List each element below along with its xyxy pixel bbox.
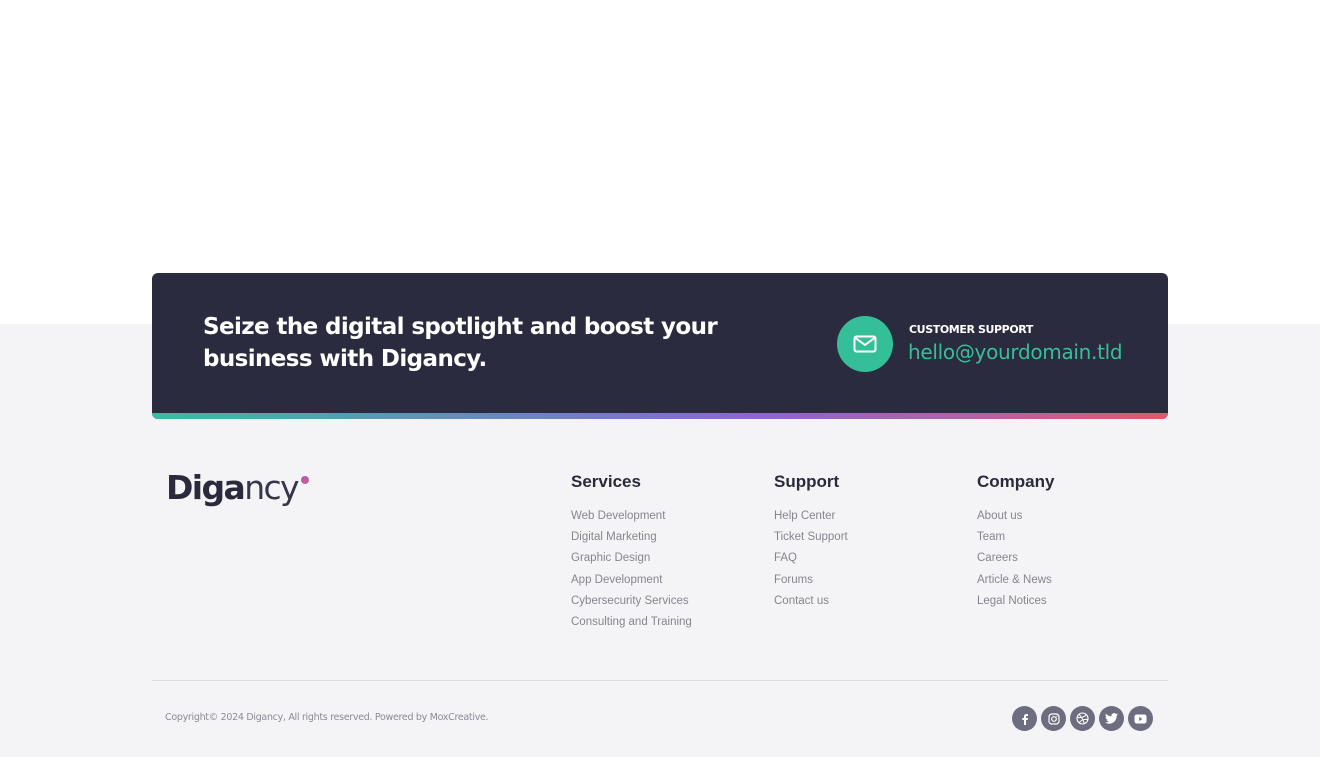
copyright-text: Copyright© 2024 Digancy, All rights rese…	[165, 712, 489, 723]
link-about-us[interactable]: About us	[977, 506, 1054, 527]
link-team[interactable]: Team	[977, 527, 1054, 548]
link-article-news[interactable]: Article & News	[977, 570, 1054, 591]
footer-divider	[152, 680, 1168, 681]
link-legal-notices[interactable]: Legal Notices	[977, 591, 1054, 612]
footer-logo[interactable]: Diga ncy	[166, 468, 309, 508]
link-app-development[interactable]: App Development	[571, 570, 692, 591]
column-title-company: Company	[977, 472, 1055, 491]
link-web-development[interactable]: Web Development	[571, 506, 692, 527]
link-help-center[interactable]: Help Center	[774, 506, 848, 527]
link-forums[interactable]: Forums	[774, 570, 848, 591]
social-twitter-button[interactable]	[1099, 706, 1124, 731]
social-facebook-button[interactable]	[1012, 706, 1037, 731]
twitter-icon	[1105, 713, 1118, 724]
footer-column-services: Services Web Development Digital Marketi…	[571, 472, 692, 633]
cta-icon-badge	[837, 316, 893, 372]
dribbble-icon	[1076, 712, 1089, 725]
footer-column-support: Support Help Center Ticket Support FAQ F…	[774, 472, 848, 612]
support-email-link[interactable]: hello@yourdomain.tld	[908, 340, 1123, 364]
social-links	[1012, 706, 1153, 731]
cta-headline: Seize the digital spotlight and boost yo…	[203, 314, 718, 372]
customer-support-label: CUSTOMER SUPPORT	[909, 323, 1033, 336]
social-youtube-button[interactable]	[1128, 706, 1153, 731]
cta-banner: Seize the digital spotlight and boost yo…	[152, 273, 1168, 419]
link-consulting-training[interactable]: Consulting and Training	[571, 612, 692, 633]
social-dribbble-button[interactable]	[1070, 706, 1095, 731]
logo-text-bold: Diga	[166, 468, 246, 507]
link-digital-marketing[interactable]: Digital Marketing	[571, 527, 692, 548]
column-title-support: Support	[774, 472, 840, 491]
link-cybersecurity-services[interactable]: Cybersecurity Services	[571, 591, 692, 612]
instagram-icon	[1047, 712, 1060, 725]
youtube-icon	[1134, 714, 1147, 723]
column-title-services: Services	[571, 472, 641, 491]
link-careers[interactable]: Careers	[977, 548, 1054, 569]
logo-text-light: ncy	[244, 468, 299, 507]
cta-gradient-bar	[152, 413, 1168, 419]
link-ticket-support[interactable]: Ticket Support	[774, 527, 848, 548]
envelope-icon	[853, 335, 877, 353]
link-contact-us[interactable]: Contact us	[774, 591, 848, 612]
logo-dot-icon	[301, 476, 309, 484]
link-faq[interactable]: FAQ	[774, 548, 848, 569]
social-instagram-button[interactable]	[1041, 706, 1066, 731]
footer-column-company: Company About us Team Careers Article & …	[977, 472, 1054, 612]
link-graphic-design[interactable]: Graphic Design	[571, 548, 692, 569]
facebook-icon	[1021, 713, 1028, 725]
